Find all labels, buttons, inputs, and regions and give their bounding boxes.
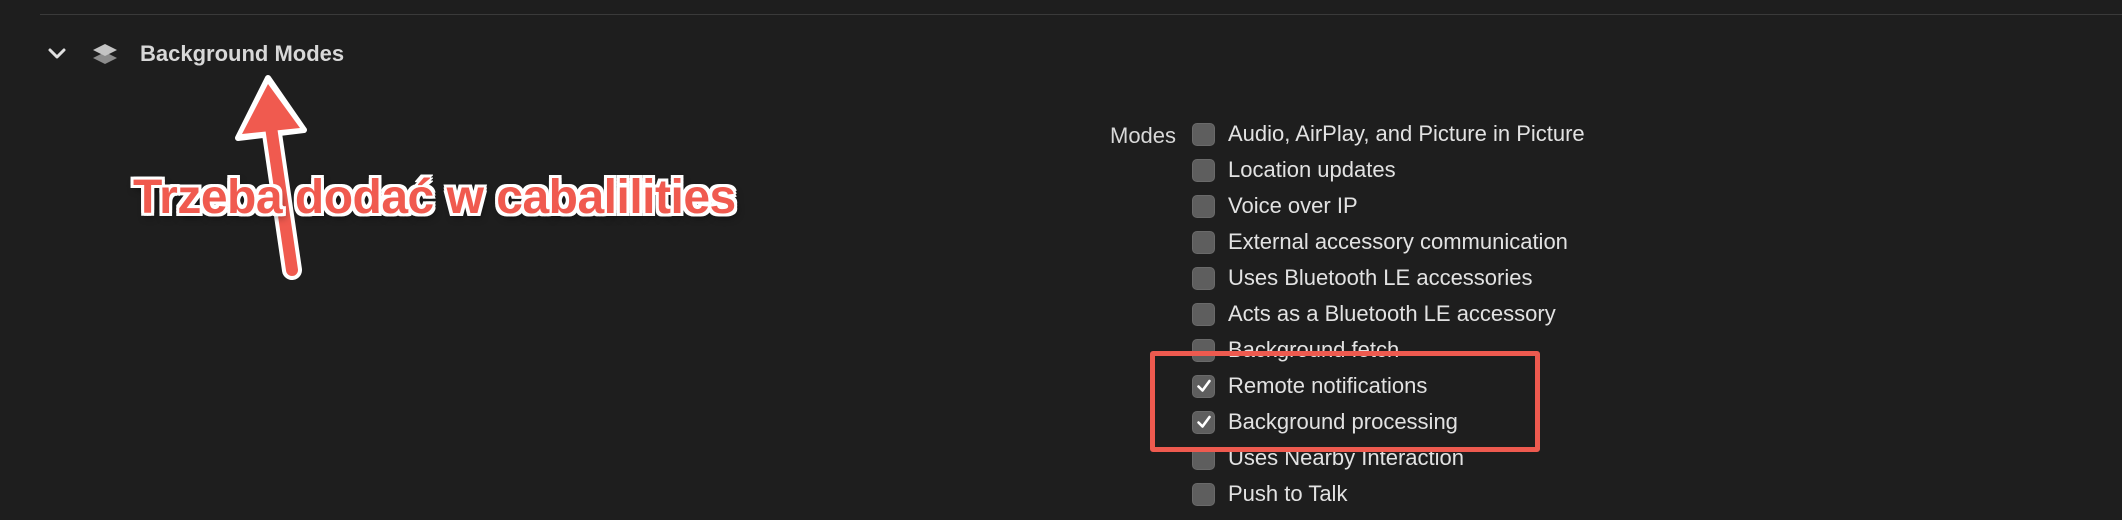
- option-label: Voice over IP: [1228, 193, 1358, 218]
- chevron-down-icon[interactable]: [44, 41, 70, 67]
- option-label: Push to Talk: [1228, 481, 1348, 506]
- option-label: Uses Bluetooth LE accessories: [1228, 265, 1533, 290]
- option-audio-airplay-pip[interactable]: Audio, AirPlay, and Picture in Picture: [1192, 116, 1585, 152]
- checkbox-unchecked[interactable]: [1192, 158, 1215, 182]
- section-title: Background Modes: [140, 41, 345, 66]
- checkbox-unchecked[interactable]: [1192, 122, 1215, 146]
- option-label: Acts as a Bluetooth LE accessory: [1228, 301, 1556, 326]
- option-push-to-talk[interactable]: Push to Talk: [1192, 476, 1585, 512]
- modes-options-list: Audio, AirPlay, and Picture in Picture L…: [1192, 116, 1585, 512]
- option-acts-as-bluetooth-le[interactable]: Acts as a Bluetooth LE accessory: [1192, 296, 1585, 332]
- option-voice-over-ip[interactable]: Voice over IP: [1192, 188, 1585, 224]
- option-label: External accessory communication: [1228, 229, 1568, 254]
- option-label: Audio, AirPlay, and Picture in Picture: [1228, 121, 1585, 146]
- top-divider: [40, 14, 2122, 15]
- option-bluetooth-le-accessories[interactable]: Uses Bluetooth LE accessories: [1192, 260, 1585, 296]
- checkbox-unchecked[interactable]: [1192, 266, 1215, 290]
- annotation-label: Trzeba dodać w cabalilities: [133, 171, 736, 224]
- checkbox-unchecked[interactable]: [1192, 194, 1215, 218]
- background-modes-header[interactable]: Background Modes: [44, 36, 344, 72]
- option-label: Location updates: [1228, 157, 1396, 182]
- highlight-rectangle: [1150, 351, 1540, 452]
- option-external-accessory[interactable]: External accessory communication: [1192, 224, 1585, 260]
- option-location-updates[interactable]: Location updates: [1192, 152, 1585, 188]
- layers-icon: [93, 44, 117, 64]
- modes-label: Modes: [1110, 123, 1177, 148]
- checkbox-unchecked[interactable]: [1192, 482, 1215, 506]
- checkbox-unchecked[interactable]: [1192, 302, 1215, 326]
- checkbox-unchecked[interactable]: [1192, 230, 1215, 254]
